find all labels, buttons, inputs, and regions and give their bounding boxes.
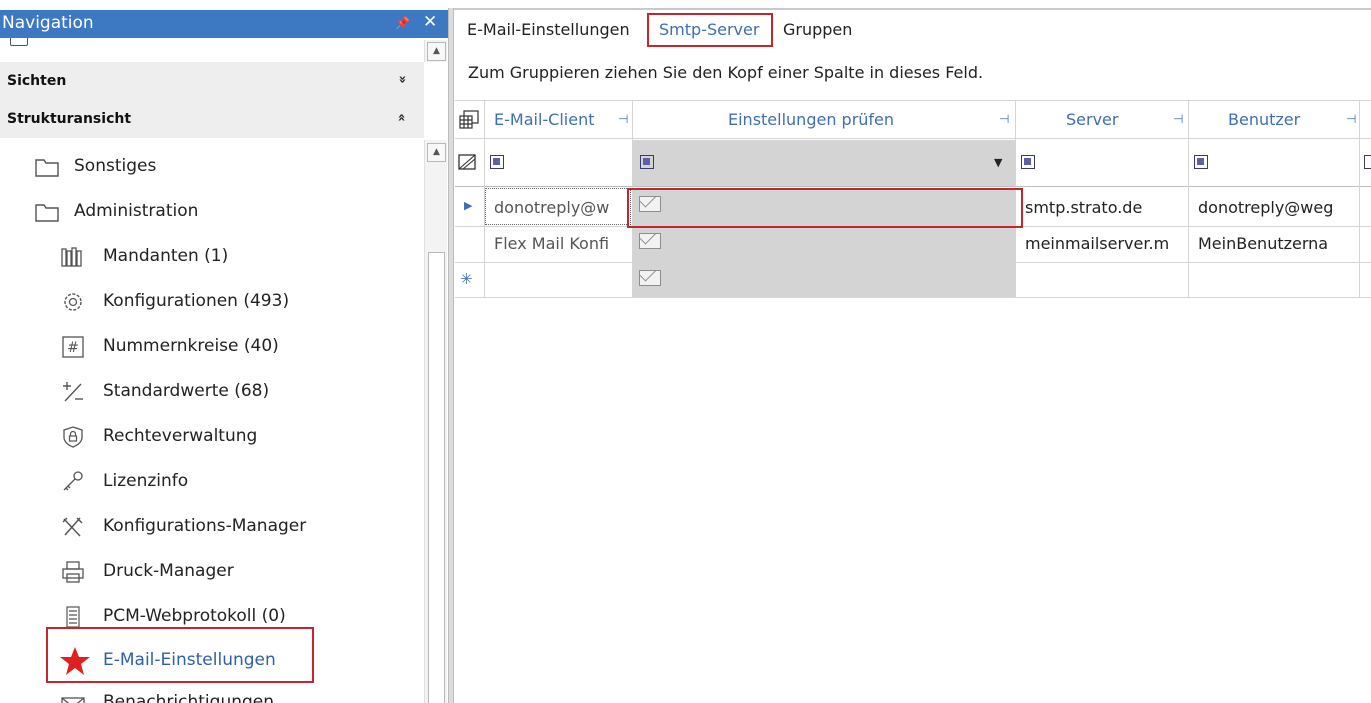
tree-folder-administration[interactable]: Administration bbox=[30, 193, 410, 229]
chevron-up-icon[interactable]: » bbox=[395, 113, 410, 121]
plus-minus-icon bbox=[63, 382, 83, 402]
tree-item-druck-manager[interactable]: Druck-Manager bbox=[58, 553, 418, 589]
tree-item-nummernkreise[interactable]: # Nummernkreise (40) bbox=[58, 328, 418, 364]
tree-label: Mandanten (1) bbox=[103, 246, 229, 266]
hash-icon: # bbox=[62, 336, 84, 358]
section-label: Strukturansicht bbox=[7, 111, 132, 127]
svg-text:#: # bbox=[67, 340, 79, 356]
envelope-icon[interactable] bbox=[639, 233, 661, 249]
section-strukturansicht[interactable]: Strukturansicht » bbox=[0, 100, 424, 138]
grid-line bbox=[455, 297, 1371, 298]
column-header-benutzer[interactable]: Benutzer bbox=[1228, 110, 1300, 129]
chevron-down-icon[interactable]: » bbox=[395, 75, 410, 83]
cell-e-mail-client[interactable]: donotreply@w bbox=[494, 198, 628, 217]
cell-server[interactable]: smtp.strato.de bbox=[1025, 198, 1185, 217]
cell-benutzer[interactable]: MeinBenutzerna bbox=[1198, 234, 1358, 253]
grid-line bbox=[455, 100, 1371, 101]
column-chooser-icon[interactable] bbox=[458, 110, 480, 130]
tree-label: Lizenzinfo bbox=[103, 471, 189, 491]
navigation-title: Navigation bbox=[2, 13, 94, 33]
tree-item-konfigurations-manager[interactable]: Konfigurations-Manager bbox=[58, 508, 418, 544]
tree-item-konfigurationen[interactable]: Konfigurationen (493) bbox=[58, 283, 418, 319]
clear-filter-icon[interactable] bbox=[458, 154, 476, 170]
column-header-einstellungen-pruefen[interactable]: Einstellungen prüfen bbox=[728, 110, 894, 129]
tree-item-mandanten[interactable]: Mandanten (1) bbox=[58, 238, 418, 274]
outer-scrollbar[interactable]: ▲ bbox=[424, 40, 447, 62]
tree-label: Rechteverwaltung bbox=[103, 426, 258, 446]
column-header-server[interactable]: Server bbox=[1066, 110, 1118, 129]
navigation-panel: Navigation 📌 ✕ Sichten » Strukturansicht… bbox=[0, 0, 448, 703]
pin-icon[interactable]: 📌 bbox=[395, 16, 410, 30]
selection-highlight bbox=[46, 627, 314, 683]
shield-lock-icon bbox=[63, 426, 83, 448]
filter-operator-button[interactable] bbox=[490, 155, 504, 169]
close-icon[interactable]: ✕ bbox=[423, 12, 437, 32]
books-icon bbox=[61, 247, 82, 267]
new-row-indicator: ✳ bbox=[460, 270, 473, 288]
tree-label: Nummernkreise (40) bbox=[103, 336, 279, 356]
tree-item-benachrichtigungen[interactable]: Benachrichtigungen bbox=[58, 688, 418, 703]
filter-operator-button[interactable] bbox=[1021, 155, 1035, 169]
tree-item-rechteverwaltung[interactable]: Rechteverwaltung bbox=[58, 418, 418, 454]
grid-line bbox=[1188, 100, 1189, 297]
cell-server[interactable]: meinmailserver.m bbox=[1025, 234, 1185, 253]
tab-e-mail-einstellungen[interactable]: E-Mail-Einstellungen bbox=[467, 20, 630, 39]
folder-open-icon bbox=[35, 204, 59, 222]
pin-icon[interactable]: ⊣ bbox=[999, 112, 1009, 126]
scroll-up-button[interactable]: ▲ bbox=[427, 42, 446, 61]
tools-icon bbox=[62, 517, 83, 537]
active-tab-highlight bbox=[647, 13, 773, 47]
pin-icon[interactable]: ⊣ bbox=[618, 112, 628, 126]
filter-operator-button[interactable] bbox=[1364, 155, 1371, 169]
dropdown-arrow-icon[interactable]: ▼ bbox=[994, 156, 1002, 169]
calendar-icon bbox=[10, 38, 28, 46]
pin-icon[interactable]: ⊣ bbox=[1346, 112, 1356, 126]
key-icon bbox=[63, 471, 83, 491]
tree-label: PCM-Webprotokoll (0) bbox=[103, 606, 286, 626]
scrolled-off-item bbox=[10, 38, 410, 48]
tree-label: Druck-Manager bbox=[103, 561, 234, 581]
envelope-icon bbox=[61, 697, 85, 703]
tree-item-standardwerte[interactable]: Standardwerte (68) bbox=[58, 373, 418, 409]
tree-folder-sonstiges[interactable]: Sonstiges bbox=[30, 148, 410, 184]
tree-scrollbar[interactable]: ▲ bbox=[424, 140, 447, 703]
scroll-up-button[interactable]: ▲ bbox=[427, 143, 446, 162]
section-sichten[interactable]: Sichten » bbox=[0, 62, 424, 100]
grid-line bbox=[455, 138, 1371, 139]
group-panel-hint[interactable]: Zum Gruppieren ziehen Sie den Kopf einer… bbox=[468, 63, 983, 82]
tree-label: Administration bbox=[74, 201, 199, 221]
grid-line bbox=[455, 186, 1371, 187]
current-row-indicator: ▶ bbox=[464, 199, 473, 212]
printer-icon bbox=[62, 561, 84, 583]
scroll-thumb[interactable] bbox=[428, 252, 445, 703]
tab-gruppen[interactable]: Gruppen bbox=[783, 20, 852, 39]
folder-icon bbox=[35, 159, 59, 177]
filter-operator-button[interactable] bbox=[1194, 155, 1208, 169]
tree-label: Benachrichtigungen bbox=[103, 692, 275, 703]
tree-item-lizenzinfo[interactable]: Lizenzinfo bbox=[58, 463, 418, 499]
cell-benutzer[interactable]: donotreply@weg bbox=[1198, 198, 1358, 217]
gear-icon bbox=[64, 293, 82, 311]
column-header-e-mail-client[interactable]: E-Mail-Client bbox=[494, 110, 594, 129]
cell-e-mail-client[interactable]: Flex Mail Konfi bbox=[494, 234, 628, 253]
check-cell-highlight bbox=[627, 188, 1023, 228]
list-doc-icon bbox=[66, 606, 80, 628]
pin-icon[interactable]: ⊣ bbox=[1173, 112, 1183, 126]
envelope-icon[interactable] bbox=[639, 270, 661, 286]
tree-label: Konfigurationen (493) bbox=[103, 291, 290, 311]
tree-label: Standardwerte (68) bbox=[103, 381, 270, 401]
grid-line bbox=[1359, 100, 1360, 297]
tree-label: Konfigurations-Manager bbox=[103, 516, 307, 536]
section-label: Sichten bbox=[7, 73, 67, 89]
filter-operator-button[interactable] bbox=[640, 155, 654, 169]
tree-label: Sonstiges bbox=[74, 156, 157, 176]
check-filter-cell[interactable] bbox=[633, 140, 1015, 186]
